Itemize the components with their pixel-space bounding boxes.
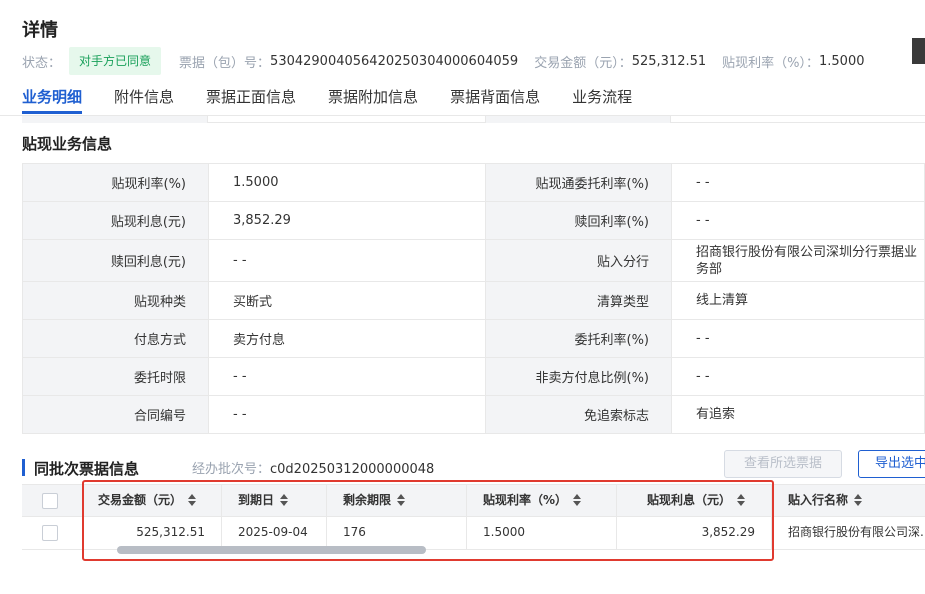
batch-number: 经办批次号：c0d20250312000000048	[192, 458, 434, 477]
info-key: 委托时限	[22, 357, 209, 396]
rate-label: 贴现利率（%）：	[722, 55, 819, 71]
info-value: - -	[208, 395, 486, 434]
info-value: 3,852.29	[208, 201, 486, 240]
cell-discount-rate: 1.5000	[467, 517, 617, 550]
tab-attachments[interactable]: 附件信息	[114, 86, 174, 114]
info-key: 付息方式	[22, 319, 209, 358]
row-checkbox[interactable]	[42, 525, 58, 541]
column-header-discount-rate[interactable]: 贴现利率（%）	[467, 485, 617, 518]
column-header-bank-name[interactable]: 贴入行名称	[772, 485, 925, 518]
section-accent-bar	[22, 459, 25, 476]
info-value: - -	[671, 357, 925, 396]
info-value: 招商银行股份有限公司深圳分行票据业务部	[671, 239, 925, 282]
info-value: - -	[671, 163, 925, 202]
tab-bill-front[interactable]: 票据正面信息	[206, 86, 296, 114]
header-select-cell	[22, 485, 83, 518]
info-value: - -	[208, 357, 486, 396]
section-title-batch: 同批次票据信息	[34, 460, 140, 478]
summary-bar: 状态： 对手方已同意 票据（包）号： 530429004056420250304…	[22, 47, 865, 75]
bill-no-label: 票据（包）号：	[179, 55, 271, 71]
column-header-label: 到期日	[238, 493, 275, 507]
view-selected-bills-button[interactable]: 查看所选票据	[724, 450, 842, 478]
sort-icon[interactable]	[854, 493, 863, 506]
column-header-label: 贴现利率（%）	[483, 493, 568, 507]
sort-icon[interactable]	[573, 493, 582, 506]
tab-bill-back[interactable]: 票据背面信息	[450, 86, 540, 114]
column-header-label: 剩余期限	[343, 493, 392, 507]
info-value: - -	[208, 239, 486, 282]
discount-info-table: 贴现利率(%) 1.5000 贴现通委托利率(%) - - 贴现利息(元) 3,…	[22, 163, 925, 434]
sort-icon[interactable]	[188, 493, 197, 506]
column-header-remaining-term[interactable]: 剩余期限	[327, 485, 467, 518]
info-value: 线上清算	[671, 281, 925, 320]
column-header-amount[interactable]: 交易金额（元）	[83, 485, 222, 518]
info-key: 清算类型	[485, 281, 672, 320]
detail-tabs: 业务明细 附件信息 票据正面信息 票据附加信息 票据背面信息 业务流程	[22, 86, 664, 114]
cell-bank-name: 招商银行股份有限公司深...	[788, 525, 925, 539]
info-value: - -	[671, 201, 925, 240]
batch-number-value: c0d20250312000000048	[270, 462, 435, 477]
info-key: 贴现利率(%)	[22, 163, 209, 202]
page-title: 详情	[22, 20, 58, 41]
batch-bills-table: 交易金额（元） 到期日 剩余期限 贴现利率（%） 贴现利息（元） 贴入行名称 5…	[22, 484, 925, 554]
edge-widget	[912, 38, 925, 64]
info-key: 贴入分行	[485, 239, 672, 282]
info-key: 非卖方付息比例(%)	[485, 357, 672, 396]
info-key: 贴现通委托利率(%)	[485, 163, 672, 202]
row-select-cell	[22, 517, 83, 550]
sort-icon[interactable]	[397, 493, 406, 506]
info-row: 贴现利息(元) 3,852.29 赎回利率(%) - -	[22, 201, 925, 240]
table-header: 交易金额（元） 到期日 剩余期限 贴现利率（%） 贴现利息（元） 贴入行名称	[22, 484, 925, 518]
tab-workflow[interactable]: 业务流程	[572, 86, 632, 114]
tab-business-detail[interactable]: 业务明细	[22, 86, 83, 114]
column-header-label: 贴现利息（元）	[647, 493, 732, 507]
column-header-label: 贴入行名称	[788, 493, 849, 507]
horizontal-scrollbar[interactable]	[117, 546, 426, 554]
sort-icon[interactable]	[280, 493, 289, 506]
export-selected-button[interactable]: 导出选中	[858, 450, 925, 478]
section-title-discount-info: 贴现业务信息	[22, 135, 113, 153]
sort-icon[interactable]	[737, 493, 746, 506]
info-row: 合同编号 - - 免追索标志 有追索	[22, 395, 925, 434]
column-header-due-date[interactable]: 到期日	[222, 485, 327, 518]
info-key: 赎回利息(元)	[22, 239, 209, 282]
info-row: 赎回利息(元) - - 贴入分行 招商银行股份有限公司深圳分行票据业务部	[22, 239, 925, 282]
info-key: 合同编号	[22, 395, 209, 434]
info-key: 委托利率(%)	[485, 319, 672, 358]
status-label: 状态：	[22, 55, 62, 71]
info-key: 贴现种类	[22, 281, 209, 320]
info-row: 贴现利率(%) 1.5000 贴现通委托利率(%) - -	[22, 163, 925, 202]
info-key: 免追索标志	[485, 395, 672, 434]
status-badge: 对手方已同意	[69, 47, 162, 75]
bill-no-value: 530429004056420250304000604059	[270, 53, 519, 69]
info-key: 赎回利率(%)	[485, 201, 672, 240]
info-row: 付息方式 卖方付息 委托利率(%) - -	[22, 319, 925, 358]
info-value: - -	[671, 319, 925, 358]
cell-discount-interest: 3,852.29	[617, 517, 772, 550]
rate-value: 1.5000	[819, 53, 865, 69]
info-value: 买断式	[208, 281, 486, 320]
info-row: 委托时限 - - 非卖方付息比例(%) - -	[22, 357, 925, 396]
select-all-checkbox[interactable]	[42, 493, 58, 509]
info-row: 贴现种类 买断式 清算类型 线上清算	[22, 281, 925, 320]
batch-number-label: 经办批次号：	[192, 462, 271, 477]
column-header-discount-interest[interactable]: 贴现利息（元）	[617, 485, 772, 518]
tab-bill-additional[interactable]: 票据附加信息	[328, 86, 418, 114]
info-value: 1.5000	[208, 163, 486, 202]
amount-label: 交易金额（元）：	[534, 55, 632, 71]
info-value: 有追索	[671, 395, 925, 434]
clipped-table-row	[22, 116, 925, 123]
info-key: 贴现利息(元)	[22, 201, 209, 240]
info-value: 卖方付息	[208, 319, 486, 358]
amount-value: 525,312.51	[631, 53, 707, 69]
column-header-label: 交易金额（元）	[98, 493, 183, 507]
